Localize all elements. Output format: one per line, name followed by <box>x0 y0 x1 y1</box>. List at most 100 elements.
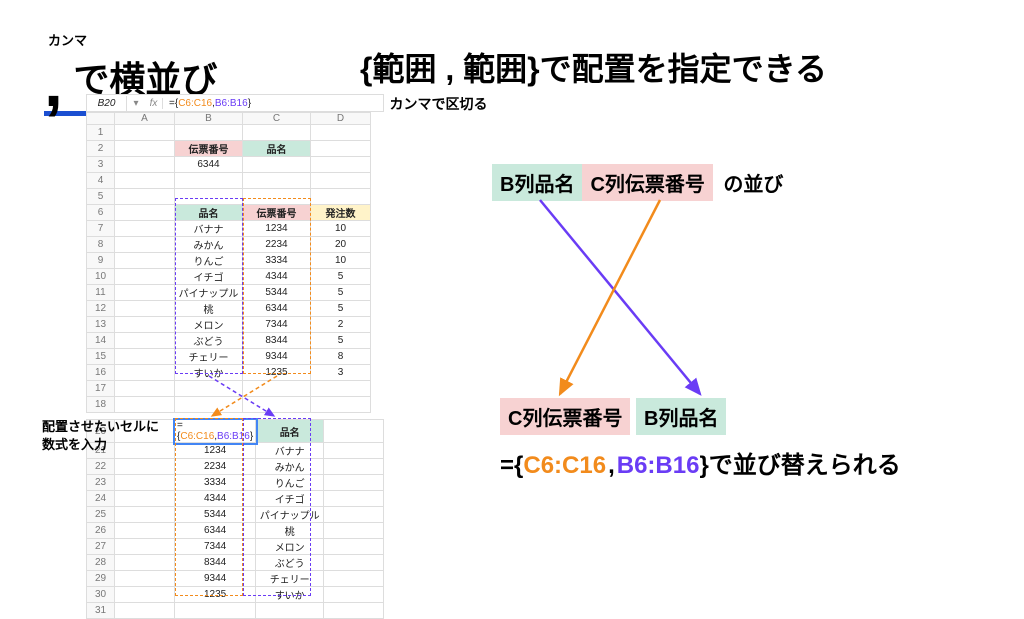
cell[interactable] <box>115 475 175 491</box>
cell[interactable] <box>115 253 175 269</box>
cell[interactable] <box>243 189 311 205</box>
cell[interactable] <box>175 125 243 141</box>
cell[interactable] <box>115 555 175 571</box>
cell[interactable]: バナナ <box>175 221 243 237</box>
cell[interactable]: すいか <box>256 587 324 603</box>
cell[interactable]: メロン <box>175 317 243 333</box>
cell[interactable]: 4344 <box>243 269 311 285</box>
cell[interactable] <box>115 365 175 381</box>
cell[interactable] <box>324 507 384 523</box>
cell[interactable] <box>115 189 175 205</box>
cell-ref[interactable]: B20 <box>87 96 127 111</box>
cell[interactable] <box>175 397 243 413</box>
cell[interactable] <box>324 555 384 571</box>
cell[interactable]: 伝票番号 <box>243 205 311 221</box>
cell[interactable]: 5 <box>311 301 371 317</box>
cell[interactable]: 桃 <box>256 523 324 539</box>
cell[interactable] <box>175 603 256 619</box>
cell[interactable] <box>311 125 371 141</box>
cell[interactable]: 5344 <box>175 507 256 523</box>
cell[interactable]: 3334 <box>175 475 256 491</box>
cell[interactable] <box>243 173 311 189</box>
cell[interactable] <box>324 571 384 587</box>
cell[interactable] <box>115 349 175 365</box>
cell[interactable]: 9344 <box>243 349 311 365</box>
cell[interactable]: メロン <box>256 539 324 555</box>
cell[interactable]: 7344 <box>243 317 311 333</box>
cell[interactable]: パイナップル <box>256 507 324 523</box>
cell[interactable] <box>324 539 384 555</box>
cell[interactable] <box>115 237 175 253</box>
cell[interactable]: 2234 <box>243 237 311 253</box>
cell[interactable]: 20 <box>311 237 371 253</box>
cell[interactable] <box>311 397 371 413</box>
cell[interactable]: 6344 <box>175 157 243 173</box>
cell[interactable] <box>175 173 243 189</box>
cell[interactable] <box>115 141 175 157</box>
cell[interactable] <box>115 491 175 507</box>
cell[interactable] <box>115 507 175 523</box>
cell[interactable]: 2234 <box>175 459 256 475</box>
cell[interactable]: チェリー <box>256 571 324 587</box>
cell[interactable]: 10 <box>311 253 371 269</box>
cell[interactable]: みかん <box>256 459 324 475</box>
cell[interactable] <box>243 157 311 173</box>
cell[interactable]: 品名 <box>256 420 324 443</box>
cell[interactable] <box>115 459 175 475</box>
cell[interactable]: すいか <box>175 365 243 381</box>
cell[interactable]: 1234 <box>175 443 256 459</box>
fx-icon[interactable]: fx <box>145 98 163 109</box>
cell[interactable]: イチゴ <box>256 491 324 507</box>
cell[interactable]: 発注数 <box>311 205 371 221</box>
cell[interactable] <box>115 397 175 413</box>
cell[interactable]: りんご <box>256 475 324 491</box>
cell[interactable] <box>115 523 175 539</box>
cell[interactable]: ぶどう <box>175 333 243 349</box>
cell[interactable] <box>115 333 175 349</box>
cell[interactable] <box>175 189 243 205</box>
cell[interactable]: 1234 <box>243 221 311 237</box>
cell[interactable]: イチゴ <box>175 269 243 285</box>
cell[interactable] <box>256 603 324 619</box>
cell[interactable]: 4344 <box>175 491 256 507</box>
grid-top[interactable]: ABCD 12伝票番号品名36344456品名伝票番号発注数7バナナ123410… <box>86 112 371 413</box>
cell[interactable] <box>324 587 384 603</box>
cell[interactable] <box>324 475 384 491</box>
cell[interactable]: 2 <box>311 317 371 333</box>
cell[interactable]: 9344 <box>175 571 256 587</box>
cell[interactable]: 桃 <box>175 301 243 317</box>
cell[interactable] <box>324 523 384 539</box>
cell[interactable]: 伝票番号 <box>175 141 243 157</box>
cell[interactable] <box>311 189 371 205</box>
cell[interactable] <box>115 539 175 555</box>
cell[interactable] <box>115 381 175 397</box>
cell[interactable] <box>175 381 243 397</box>
cell[interactable] <box>243 381 311 397</box>
cell[interactable]: ぶどう <box>256 555 324 571</box>
cell[interactable] <box>324 420 384 443</box>
cell[interactable] <box>311 157 371 173</box>
cell[interactable]: 8344 <box>175 555 256 571</box>
cell[interactable]: 品名 <box>243 141 311 157</box>
cell[interactable] <box>311 173 371 189</box>
cell[interactable]: 8 <box>311 349 371 365</box>
cell[interactable]: チェリー <box>175 349 243 365</box>
cell[interactable]: りんご <box>175 253 243 269</box>
cell[interactable] <box>324 603 384 619</box>
cell[interactable] <box>115 587 175 603</box>
cell[interactable]: 6344 <box>243 301 311 317</box>
cell[interactable]: 3 <box>311 365 371 381</box>
cell[interactable]: 5344 <box>243 285 311 301</box>
cell[interactable]: 1235 <box>175 587 256 603</box>
cell[interactable] <box>311 141 371 157</box>
cell[interactable]: 5 <box>311 269 371 285</box>
cell[interactable] <box>115 301 175 317</box>
cell[interactable] <box>115 205 175 221</box>
cell[interactable]: バナナ <box>256 443 324 459</box>
cell[interactable]: 品名 <box>175 205 243 221</box>
cell[interactable] <box>243 125 311 141</box>
cell[interactable]: ={C6:C16,B6:B16} <box>175 420 256 443</box>
cell[interactable] <box>115 157 175 173</box>
cell[interactable] <box>115 173 175 189</box>
cell[interactable] <box>115 317 175 333</box>
